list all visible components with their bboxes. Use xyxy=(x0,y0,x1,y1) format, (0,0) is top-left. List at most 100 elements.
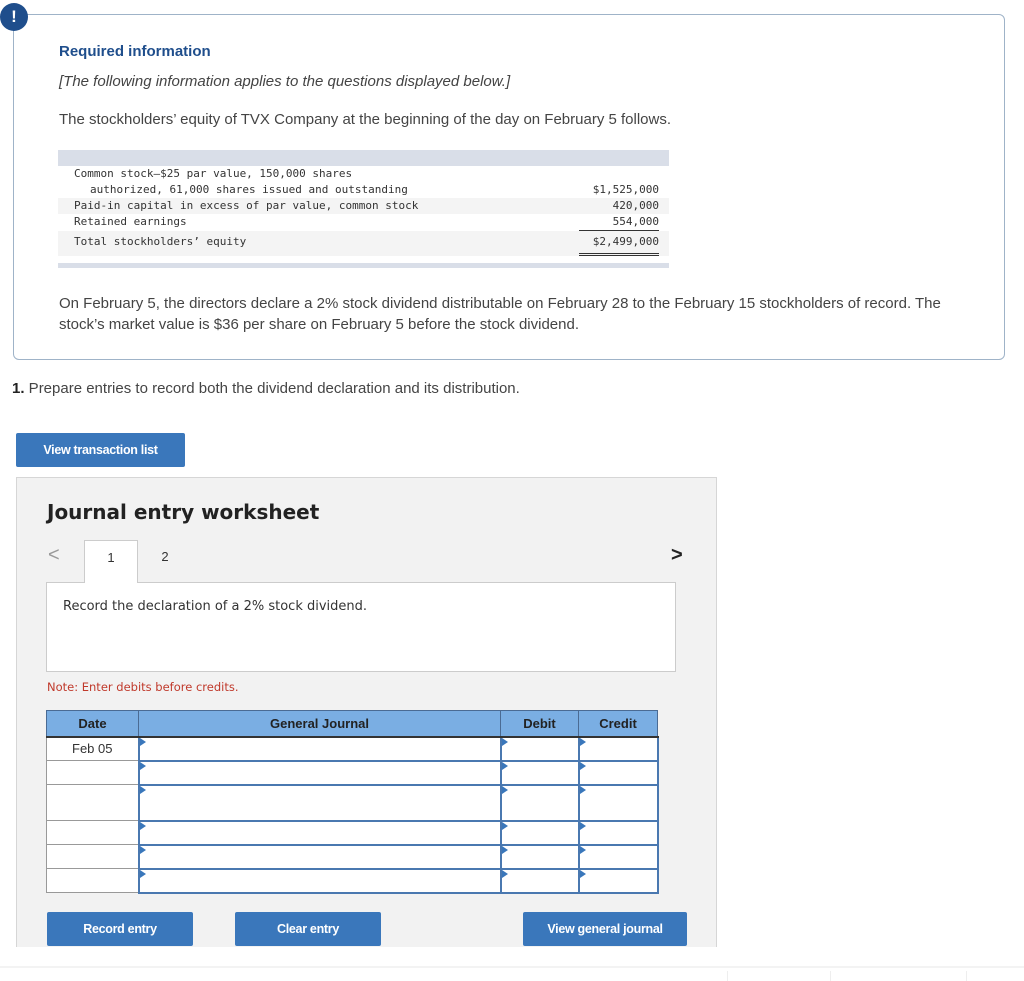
column-header-general-journal: General Journal xyxy=(138,710,501,738)
date-cell xyxy=(46,820,139,845)
equity-total-amount: $2,499,000 xyxy=(579,231,659,256)
dropdown-marker-icon xyxy=(501,761,508,770)
account-cell[interactable] xyxy=(137,819,502,846)
debit-input[interactable] xyxy=(501,824,578,840)
dropdown-marker-icon xyxy=(579,869,586,878)
equity-row-paid-in-capital: Paid-in capital in excess of par value, … xyxy=(58,198,669,214)
dropdown-marker-icon xyxy=(139,761,146,770)
dropdown-marker-icon xyxy=(139,737,146,746)
credit-input[interactable] xyxy=(579,848,657,864)
required-information-title: Required information xyxy=(59,43,211,60)
equity-amount: 554,000 xyxy=(579,214,659,231)
journal-row xyxy=(46,759,659,786)
dropdown-marker-icon xyxy=(579,821,586,830)
journal-row xyxy=(46,843,659,870)
equity-label: authorized, 61,000 shares issued and out… xyxy=(90,183,408,196)
account-cell[interactable] xyxy=(137,759,502,786)
credit-input[interactable] xyxy=(579,872,657,888)
date-cell xyxy=(46,784,139,821)
debit-input[interactable] xyxy=(501,794,578,810)
general-journal-table: Date General Journal Debit Credit Feb 05 xyxy=(46,710,659,894)
account-input[interactable] xyxy=(139,824,500,840)
view-transaction-list-button[interactable]: View transaction list xyxy=(16,433,185,467)
credit-cell[interactable] xyxy=(577,735,659,762)
debit-cell[interactable] xyxy=(499,759,580,786)
credit-input[interactable] xyxy=(579,740,657,756)
required-information-subtitle: [The following information applies to th… xyxy=(59,73,511,90)
column-header-date: Date xyxy=(46,710,139,738)
account-cell[interactable] xyxy=(137,735,502,762)
credit-input[interactable] xyxy=(579,794,657,810)
credit-cell[interactable] xyxy=(577,843,659,870)
table-footer-band xyxy=(58,263,669,268)
record-entry-button[interactable]: Record entry xyxy=(47,912,193,946)
question-prompt: 1. Prepare entries to record both the di… xyxy=(12,380,520,397)
account-input[interactable] xyxy=(139,872,500,888)
journal-row: Feb 05 xyxy=(46,735,659,762)
tab-entry-2[interactable]: 2 xyxy=(138,540,192,582)
dropdown-marker-icon xyxy=(139,821,146,830)
dropdown-marker-icon xyxy=(579,761,586,770)
equity-row-total: Total stockholders’ equity $2,499,000 xyxy=(58,231,669,256)
debit-input[interactable] xyxy=(501,872,578,888)
clear-entry-button[interactable]: Clear entry xyxy=(235,912,381,946)
debit-input[interactable] xyxy=(501,764,578,780)
column-header-debit: Debit xyxy=(500,710,579,738)
equity-label: Paid-in capital in excess of par value, … xyxy=(74,199,419,212)
dropdown-marker-icon xyxy=(501,785,508,794)
date-cell xyxy=(46,844,139,869)
equity-label: Total stockholders’ equity xyxy=(74,235,247,248)
journal-entry-worksheet: Journal entry worksheet < 1 2 > Record t… xyxy=(16,477,717,947)
debit-input[interactable] xyxy=(501,848,578,864)
chevron-right-icon[interactable]: > xyxy=(671,544,683,567)
credit-cell[interactable] xyxy=(577,783,659,822)
debit-input[interactable] xyxy=(501,740,578,756)
credit-input[interactable] xyxy=(579,764,657,780)
column-header-credit: Credit xyxy=(578,710,658,738)
alert-icon: ! xyxy=(0,3,28,31)
dropdown-marker-icon xyxy=(501,737,508,746)
debit-cell[interactable] xyxy=(499,843,580,870)
footer-separator xyxy=(830,971,831,981)
equity-intro-text: The stockholders’ equity of TVX Company … xyxy=(59,111,672,128)
question-number: 1. xyxy=(12,380,25,397)
entry-description-box: Record the declaration of a 2% stock div… xyxy=(46,582,676,672)
dropdown-marker-icon xyxy=(139,785,146,794)
dropdown-marker-icon xyxy=(579,785,586,794)
account-input[interactable] xyxy=(139,740,500,756)
account-cell[interactable] xyxy=(137,783,502,822)
credit-input[interactable] xyxy=(579,824,657,840)
debit-cell[interactable] xyxy=(499,735,580,762)
chevron-left-icon[interactable]: < xyxy=(48,544,60,567)
dropdown-marker-icon xyxy=(579,737,586,746)
date-cell: Feb 05 xyxy=(46,736,139,761)
debit-cell[interactable] xyxy=(499,783,580,822)
equity-amount: 420,000 xyxy=(612,199,659,212)
date-cell xyxy=(46,760,139,785)
stockholders-equity-table: Common stock—$25 par value, 150,000 shar… xyxy=(58,150,669,268)
credit-cell[interactable] xyxy=(577,819,659,846)
view-general-journal-button[interactable]: View general journal xyxy=(523,912,687,946)
debit-cell[interactable] xyxy=(499,819,580,846)
account-input[interactable] xyxy=(139,764,500,780)
account-input[interactable] xyxy=(139,794,500,810)
entry-description: Record the declaration of a 2% stock div… xyxy=(63,599,368,614)
credit-cell[interactable] xyxy=(577,759,659,786)
account-cell[interactable] xyxy=(137,843,502,870)
account-input[interactable] xyxy=(139,848,500,864)
equity-row-common-stock-line1: Common stock—$25 par value, 150,000 shar… xyxy=(58,166,669,182)
table-header-band xyxy=(58,150,669,166)
required-information-panel: Required information [The following info… xyxy=(13,14,1005,360)
credit-cell[interactable] xyxy=(577,867,659,894)
tab-entry-1[interactable]: 1 xyxy=(84,540,138,583)
worksheet-title: Journal entry worksheet xyxy=(47,500,320,524)
debit-cell[interactable] xyxy=(499,867,580,894)
footer-divider xyxy=(0,966,1024,968)
dropdown-marker-icon xyxy=(139,869,146,878)
equity-row-retained-earnings: Retained earnings 554,000 xyxy=(58,214,669,231)
account-cell[interactable] xyxy=(137,867,502,894)
dropdown-marker-icon xyxy=(501,821,508,830)
dropdown-marker-icon xyxy=(501,869,508,878)
dropdown-marker-icon xyxy=(501,845,508,854)
table-header-row: Date General Journal Debit Credit xyxy=(46,710,658,738)
